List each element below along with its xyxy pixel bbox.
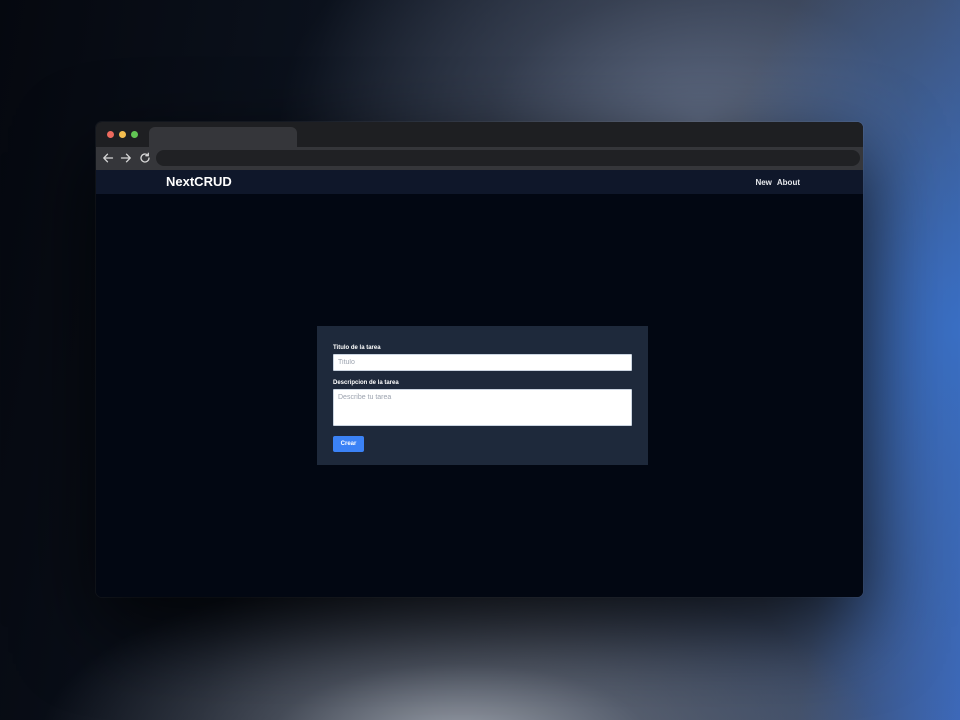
title-input[interactable] [333, 354, 632, 371]
address-bar[interactable] [156, 150, 860, 166]
back-arrow-icon[interactable] [101, 151, 115, 165]
nav-links: New About [755, 178, 800, 187]
nav-link-new[interactable]: New [755, 178, 771, 187]
reload-icon[interactable] [138, 151, 152, 165]
forward-arrow-icon[interactable] [119, 151, 133, 165]
maximize-window-button[interactable] [131, 131, 138, 138]
app-navbar: NextCRUD New About [96, 170, 863, 194]
browser-titlebar [96, 122, 863, 147]
nav-link-about[interactable]: About [777, 178, 800, 187]
brand-logo[interactable]: NextCRUD [166, 175, 232, 189]
minimize-window-button[interactable] [119, 131, 126, 138]
page-content: Titulo de la tarea Descripcion de la tar… [96, 194, 863, 597]
browser-tab[interactable] [149, 127, 297, 147]
browser-window: NextCRUD New About Titulo de la tarea De… [96, 122, 863, 597]
browser-toolbar [96, 147, 863, 170]
close-window-button[interactable] [107, 131, 114, 138]
task-form: Titulo de la tarea Descripcion de la tar… [317, 326, 648, 465]
description-label: Descripcion de la tarea [333, 380, 399, 386]
create-button[interactable]: Crear [333, 436, 364, 452]
description-textarea[interactable] [333, 389, 632, 426]
title-label: Titulo de la tarea [333, 345, 381, 351]
